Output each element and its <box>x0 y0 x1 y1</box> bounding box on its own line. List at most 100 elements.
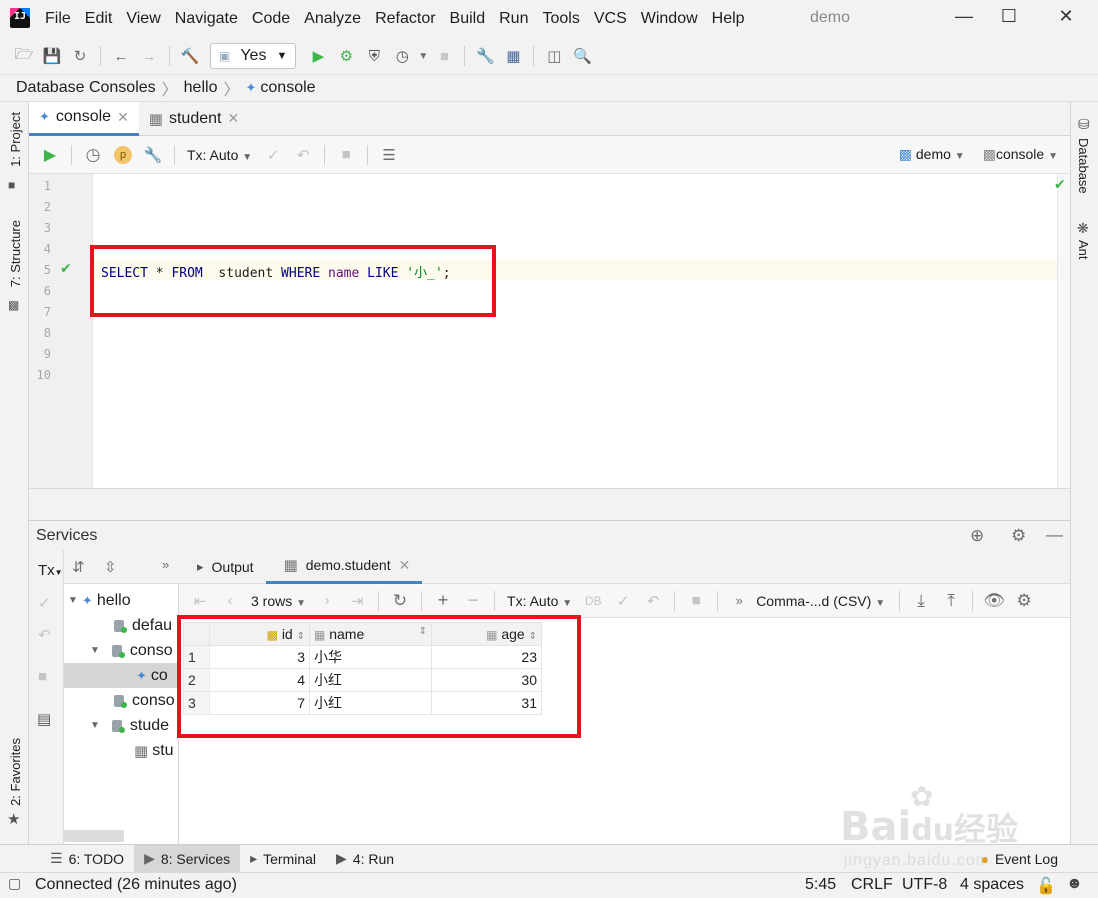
stop-icon[interactable]: ■ <box>430 42 458 70</box>
tree-node-console[interactable]: ▼ conso <box>90 638 173 663</box>
view-eye-icon[interactable]: 👁 <box>979 586 1009 616</box>
run-tool-button[interactable]: ▶ 4: Run <box>326 845 404 873</box>
menu-code[interactable]: Code <box>252 10 290 28</box>
tree-node-default[interactable]: defau <box>112 613 172 638</box>
tree-node-student[interactable]: ▼ stude <box>90 713 169 738</box>
terminal-tool-button[interactable]: ▸ Terminal <box>240 845 326 873</box>
menu-help[interactable]: Help <box>712 10 745 28</box>
cancel-stop-icon[interactable]: ■ <box>331 140 361 170</box>
commit-check-icon[interactable]: ✓ <box>608 586 638 616</box>
services-tool-button[interactable]: ▶ 8: Services <box>134 844 241 873</box>
maximize-button[interactable]: ☐ <box>989 6 1029 32</box>
commit-check-icon[interactable]: ✓ <box>258 140 288 170</box>
menu-analyze[interactable]: Analyze <box>304 10 361 28</box>
cancel-stop-icon[interactable]: ■ <box>681 586 711 616</box>
last-page-icon[interactable]: ⇥ <box>342 586 372 616</box>
todo-tool-button[interactable]: ☰ 6: TODO <box>40 845 134 873</box>
menu-tools[interactable]: Tools <box>542 10 579 28</box>
export-format-select[interactable]: Comma-...d (CSV) ▼ <box>756 593 885 609</box>
file-encoding[interactable]: UTF-8 <box>902 876 947 894</box>
line-separator[interactable]: CRLF <box>851 876 893 894</box>
debug-bug-icon[interactable]: ⚙ <box>332 42 360 70</box>
ant-tool-button[interactable]: Ant <box>1076 240 1091 260</box>
sync-icon[interactable]: ↻ <box>66 42 94 70</box>
breadcrumb-console[interactable]: console <box>260 79 315 97</box>
indent-setting[interactable]: 4 spaces <box>960 876 1024 894</box>
tab-console[interactable]: ✦ console ✕ <box>29 101 139 136</box>
close-tab-icon[interactable]: ✕ <box>227 110 239 127</box>
breadcrumb-hello[interactable]: hello <box>184 79 218 97</box>
rollback-icon[interactable]: ↶ <box>288 140 318 170</box>
settings-wrench-icon[interactable]: 🔧 <box>471 42 499 70</box>
lock-icon[interactable]: 🔓 <box>1036 876 1056 896</box>
menu-build[interactable]: Build <box>450 10 486 28</box>
project-tool-button[interactable]: 1: Project <box>8 112 23 167</box>
structure-tool-button[interactable]: 7: Structure <box>8 220 23 287</box>
tx-label[interactable]: Tx▼ <box>38 562 63 579</box>
commit-check-icon[interactable]: ✓ <box>38 594 51 612</box>
export-download-icon[interactable]: ⤓ <box>906 586 936 616</box>
more-run-chevron-icon[interactable]: ▼ <box>416 42 430 70</box>
editor-scrollbar[interactable]: ✔ <box>1054 174 1070 488</box>
gear-icon[interactable]: ⚙ <box>1009 586 1039 616</box>
delete-row-icon[interactable]: − <box>458 586 488 616</box>
inspector-icon[interactable]: ☻ <box>1066 875 1083 893</box>
collapse-all-icon[interactable]: ⇳ <box>104 558 117 576</box>
terminal-window-icon[interactable]: ◫ <box>540 42 568 70</box>
menu-window[interactable]: Window <box>641 10 698 28</box>
open-folder-icon[interactable]: 🗁 <box>10 42 38 70</box>
search-icon[interactable]: 🔍 <box>568 42 596 70</box>
menu-file[interactable]: File <box>45 10 71 28</box>
caret-position[interactable]: 5:45 <box>805 876 836 894</box>
tree-node-console-child[interactable]: ✦ co <box>64 663 178 688</box>
tx-mode-select[interactable]: Tx: Auto ▼ <box>187 147 252 163</box>
tree-node-hello[interactable]: ▼ ✦ hello <box>68 588 131 613</box>
close-tab-icon[interactable]: ✕ <box>399 557 411 574</box>
menu-view[interactable]: View <box>126 10 160 28</box>
run-config-select[interactable]: ▣ Yes ▼ <box>210 43 297 69</box>
rollback-icon[interactable]: ↶ <box>638 586 668 616</box>
expand-all-icon[interactable]: ⇵ <box>72 558 85 576</box>
submit-db-icon[interactable]: DB <box>578 586 608 616</box>
tx-mode-select[interactable]: Tx: Auto ▼ <box>507 593 572 609</box>
previous-page-icon[interactable]: ‹ <box>215 586 245 616</box>
stop-icon[interactable]: ■ <box>38 668 47 685</box>
profile-icon[interactable]: ◷ <box>388 42 416 70</box>
menu-vcs[interactable]: VCS <box>594 10 627 28</box>
menu-refactor[interactable]: Refactor <box>375 10 435 28</box>
execute-icon[interactable]: ▶ <box>35 140 65 170</box>
close-tab-icon[interactable]: ✕ <box>117 109 129 126</box>
favorites-tool-button[interactable]: 2: Favorites <box>8 738 23 806</box>
run-icon[interactable]: ▶ <box>304 42 332 70</box>
minimize-button[interactable]: — <box>944 6 984 32</box>
output-layout-icon[interactable]: ☰ <box>374 140 404 170</box>
close-window-button[interactable]: ✕ <box>1046 6 1086 32</box>
menu-edit[interactable]: Edit <box>85 10 113 28</box>
back-arrow-icon[interactable]: ← <box>107 42 135 70</box>
add-row-icon[interactable]: + <box>428 586 458 616</box>
database-tool-button[interactable]: Database <box>1076 138 1091 194</box>
settings-wrench-icon[interactable]: 🔧 <box>138 140 168 170</box>
tree-horizontal-scrollbar[interactable] <box>64 830 124 842</box>
sql-editor[interactable]: SELECT * FROM student WHERE name LIKE '小… <box>93 174 1057 488</box>
project-structure-icon[interactable]: ▦ <box>499 42 527 70</box>
tab-output[interactable]: ▸ Output <box>179 550 266 584</box>
coverage-shield-icon[interactable]: ⛨ <box>360 42 388 70</box>
menu-run[interactable]: Run <box>499 10 528 28</box>
layout-icon[interactable]: ▤ <box>37 710 51 728</box>
save-icon[interactable]: 💾 <box>38 42 66 70</box>
next-page-icon[interactable]: › <box>312 586 342 616</box>
gear-icon[interactable]: ⚙ <box>1011 526 1026 546</box>
hide-panel-icon[interactable]: — <box>1046 525 1063 545</box>
build-hammer-icon[interactable]: 🔨 <box>176 42 204 70</box>
datasource-select[interactable]: ▩ demo ▼ <box>899 146 965 163</box>
target-icon[interactable]: ⊕ <box>970 526 984 546</box>
tree-node-student-table[interactable]: ▦ stu <box>134 738 174 763</box>
breadcrumb-database-consoles[interactable]: Database Consoles <box>16 79 156 97</box>
tree-node-console-2[interactable]: conso <box>112 688 175 713</box>
tab-student[interactable]: ▦ student ✕ <box>139 102 249 136</box>
menu-navigate[interactable]: Navigate <box>175 10 238 28</box>
rows-select[interactable]: 3 rows ▼ <box>251 593 306 609</box>
session-select[interactable]: ▩console ▼ <box>983 146 1058 163</box>
first-page-icon[interactable]: ⇤ <box>185 586 215 616</box>
